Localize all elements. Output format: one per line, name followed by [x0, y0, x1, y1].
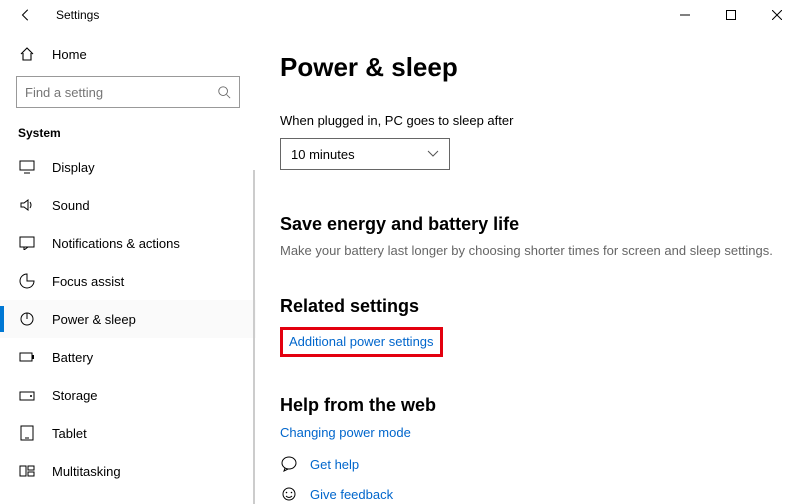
search-field[interactable]	[25, 85, 217, 100]
search-icon	[217, 85, 231, 99]
sidebar-item-label: Notifications & actions	[52, 236, 180, 251]
sidebar-item-label: Power & sleep	[52, 312, 136, 327]
display-icon	[18, 160, 36, 174]
minimize-button[interactable]	[662, 0, 708, 30]
sidebar-item-focus-assist[interactable]: Focus assist	[0, 262, 256, 300]
tablet-icon	[18, 425, 36, 441]
sidebar-item-battery[interactable]: Battery	[0, 338, 256, 376]
back-button[interactable]	[14, 8, 38, 22]
sidebar-nav: Display Sound Notifications & actions Fo…	[0, 148, 256, 490]
sidebar-item-label: Tablet	[52, 426, 87, 441]
give-feedback-link[interactable]: Give feedback	[310, 487, 393, 502]
chevron-down-icon	[427, 150, 439, 158]
focus-assist-icon	[18, 273, 36, 289]
sidebar-item-storage[interactable]: Storage	[0, 376, 256, 414]
highlight-annotation: Additional power settings	[280, 327, 443, 357]
content-area: Power & sleep When plugged in, PC goes t…	[256, 30, 800, 504]
changing-power-mode-link[interactable]: Changing power mode	[280, 425, 411, 440]
save-energy-sub: Make your battery last longer by choosin…	[280, 243, 776, 258]
get-help-link[interactable]: Get help	[310, 457, 359, 472]
sidebar-item-display[interactable]: Display	[0, 148, 256, 186]
sidebar: Home System Display Sound Notification	[0, 30, 256, 504]
home-icon	[18, 46, 36, 62]
sidebar-section-title: System	[16, 126, 240, 140]
sidebar-home-label: Home	[52, 47, 87, 62]
help-heading: Help from the web	[280, 395, 776, 416]
sidebar-item-tablet[interactable]: Tablet	[0, 414, 256, 452]
sidebar-item-label: Sound	[52, 198, 90, 213]
sidebar-scrollbar[interactable]	[253, 170, 255, 504]
sleep-dropdown-value: 10 minutes	[291, 147, 355, 162]
sidebar-item-label: Battery	[52, 350, 93, 365]
sidebar-item-notifications[interactable]: Notifications & actions	[0, 224, 256, 262]
maximize-button[interactable]	[708, 0, 754, 30]
power-icon	[18, 312, 36, 326]
sidebar-item-label: Display	[52, 160, 95, 175]
battery-icon	[18, 352, 36, 362]
sidebar-item-label: Multitasking	[52, 464, 121, 479]
sidebar-item-sound[interactable]: Sound	[0, 186, 256, 224]
close-button[interactable]	[754, 0, 800, 30]
additional-power-settings-link[interactable]: Additional power settings	[289, 334, 434, 349]
sidebar-item-power-sleep[interactable]: Power & sleep	[0, 300, 256, 338]
sidebar-item-label: Storage	[52, 388, 98, 403]
related-heading: Related settings	[280, 296, 776, 317]
search-input[interactable]	[16, 76, 240, 108]
window-controls	[662, 0, 800, 30]
sound-icon	[18, 198, 36, 212]
sleep-label: When plugged in, PC goes to sleep after	[280, 113, 776, 128]
sleep-dropdown[interactable]: 10 minutes	[280, 138, 450, 170]
sidebar-item-multitasking[interactable]: Multitasking	[0, 452, 256, 490]
window-title: Settings	[56, 8, 99, 22]
get-help-icon	[280, 456, 298, 472]
storage-icon	[18, 389, 36, 401]
sidebar-item-label: Focus assist	[52, 274, 124, 289]
sidebar-home[interactable]: Home	[16, 36, 240, 72]
multitasking-icon	[18, 465, 36, 477]
save-energy-heading: Save energy and battery life	[280, 214, 776, 235]
notifications-icon	[18, 236, 36, 250]
page-title: Power & sleep	[280, 52, 776, 83]
titlebar: Settings	[0, 0, 800, 30]
feedback-icon	[280, 486, 298, 502]
